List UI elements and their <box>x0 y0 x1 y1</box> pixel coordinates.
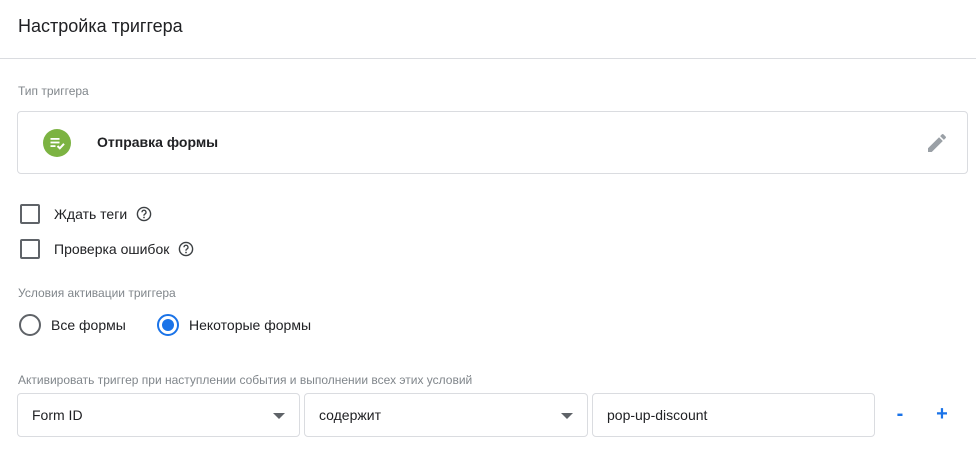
some-forms-label: Некоторые формы <box>189 317 312 333</box>
operator-select[interactable]: содержит <box>304 393 588 437</box>
help-icon[interactable] <box>136 206 152 222</box>
add-condition-button[interactable]: + <box>931 402 953 426</box>
trigger-type-label: Тип триггера <box>18 84 89 98</box>
value-input-text: pop-up-discount <box>607 407 708 423</box>
dropdown-arrow-icon <box>273 413 285 419</box>
value-input[interactable]: pop-up-discount <box>592 393 875 437</box>
conditions-label: Активировать триггер при наступлении соб… <box>18 373 473 387</box>
all-forms-option[interactable]: Все формы <box>19 314 126 336</box>
dropdown-arrow-icon <box>561 413 573 419</box>
trigger-type-name: Отправка формы <box>97 134 219 150</box>
variable-select-value: Form ID <box>32 407 83 423</box>
variable-select[interactable]: Form ID <box>17 393 300 437</box>
operator-select-value: содержит <box>319 407 381 423</box>
form-submit-icon <box>43 129 71 157</box>
help-icon[interactable] <box>178 241 194 257</box>
remove-condition-button[interactable]: - <box>889 402 911 426</box>
wait-tags-option[interactable]: Ждать теги <box>20 203 152 225</box>
pencil-icon[interactable] <box>925 131 949 155</box>
some-forms-radio[interactable] <box>157 314 179 336</box>
page-title: Настройка триггера <box>18 16 183 36</box>
wait-tags-checkbox[interactable] <box>20 204 40 224</box>
wait-tags-label: Ждать теги <box>54 206 128 222</box>
header: Настройка триггера <box>0 0 976 59</box>
all-forms-radio[interactable] <box>19 314 41 336</box>
check-errors-label: Проверка ошибок <box>54 241 170 257</box>
activation-label: Условия активации триггера <box>18 286 176 300</box>
some-forms-option[interactable]: Некоторые формы <box>157 314 311 336</box>
check-errors-checkbox[interactable] <box>20 239 40 259</box>
trigger-type-card[interactable]: Отправка формы <box>17 111 968 174</box>
all-forms-label: Все формы <box>51 317 126 333</box>
check-errors-option[interactable]: Проверка ошибок <box>20 238 194 260</box>
